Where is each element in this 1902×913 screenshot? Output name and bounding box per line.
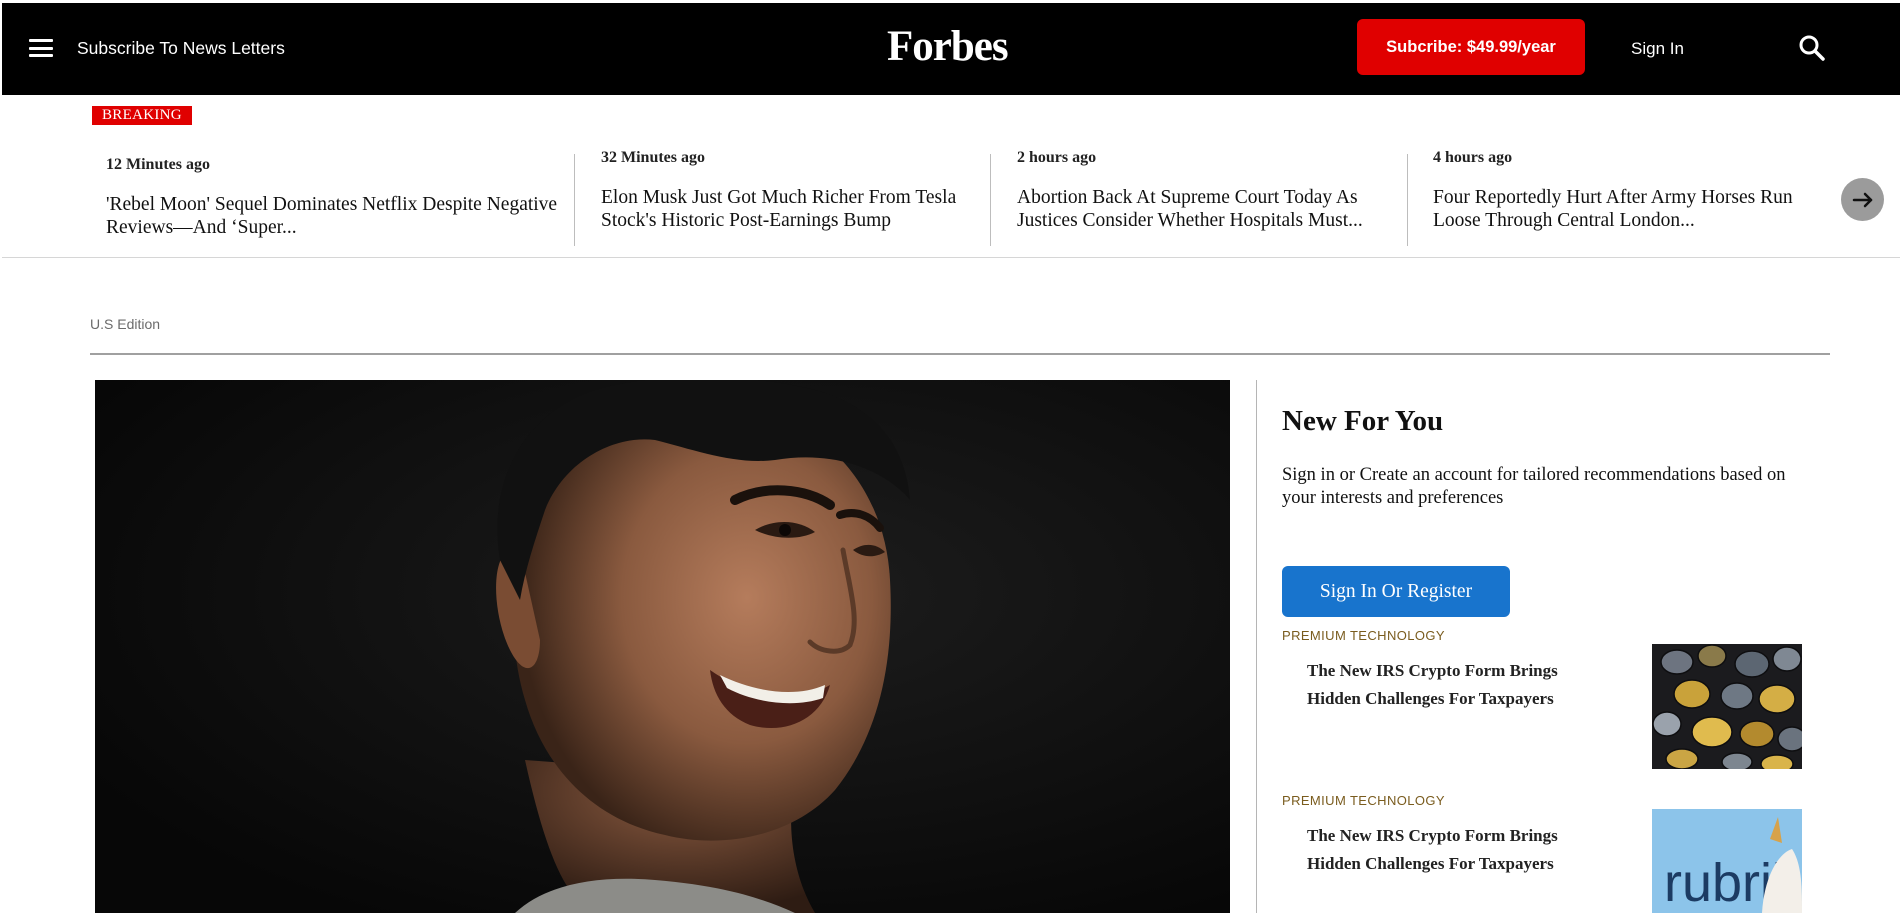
ticker-headline[interactable]: Four Reportedly Hurt After Army Horses R… xyxy=(1433,186,1828,232)
breaking-ticker: 12 Minutes ago 'Rebel Moon' Sequel Domin… xyxy=(0,140,1902,258)
top-header: Subscribe To News Letters Forbes Subcrib… xyxy=(2,3,1900,95)
breaking-badge: BREAKING xyxy=(92,106,192,125)
sign-in-link[interactable]: Sign In xyxy=(1631,39,1684,59)
rec-kicker[interactable]: PREMIUM TECHNOLOGY xyxy=(1282,793,1445,808)
forbes-logo[interactable]: Forbes xyxy=(887,22,1009,71)
description-line-1: Sign in or Create an account for tailore… xyxy=(1282,465,1786,485)
ticker-time: 4 hours ago xyxy=(1433,149,1513,166)
new-for-you-description: Sign in or Create an account for tailore… xyxy=(1282,464,1822,510)
ticker-headline[interactable]: 'Rebel Moon' Sequel Dominates Netflix De… xyxy=(106,193,571,239)
arrow-right-icon xyxy=(1852,192,1872,207)
ticker-item[interactable]: 4 hours ago Four Reportedly Hurt After A… xyxy=(1433,149,1828,255)
edition-label: U.S Edition xyxy=(90,316,161,332)
search-icon[interactable] xyxy=(1797,33,1827,63)
ticker-time: 12 Minutes ago xyxy=(106,156,210,173)
subscribe-newsletters-link[interactable]: Subscribe To News Letters xyxy=(77,38,285,59)
ticker-time: 32 Minutes ago xyxy=(601,149,705,166)
description-line-2: your interests and preferences xyxy=(1282,488,1504,508)
ticker-next-button[interactable] xyxy=(1841,178,1884,221)
rail-divider xyxy=(1256,380,1257,913)
rubrik-logo-image[interactable]: rubrik xyxy=(1652,809,1802,913)
subscribe-button[interactable]: Subcribe: $49.99/year xyxy=(1357,19,1585,75)
crypto-coins-illustration xyxy=(1652,644,1802,769)
ticker-bottom-rule xyxy=(2,257,1900,258)
hero-image[interactable] xyxy=(95,380,1230,913)
ticker-divider xyxy=(574,154,575,246)
edition-divider xyxy=(90,353,1830,355)
portrait-photo xyxy=(95,380,1230,913)
ticker-divider xyxy=(990,154,991,246)
ticker-item[interactable]: 12 Minutes ago 'Rebel Moon' Sequel Domin… xyxy=(106,156,571,262)
ticker-headline[interactable]: Abortion Back At Supreme Court Today As … xyxy=(1017,186,1412,232)
hamburger-menu-icon[interactable] xyxy=(29,39,53,57)
rec-title[interactable]: The New IRS Crypto Form Brings Hidden Ch… xyxy=(1307,822,1562,877)
rec-title[interactable]: The New IRS Crypto Form Brings Hidden Ch… xyxy=(1307,657,1562,712)
ticker-divider xyxy=(1407,154,1408,246)
ticker-time: 2 hours ago xyxy=(1017,149,1097,166)
new-for-you-title: New For You xyxy=(1282,405,1444,437)
sign-in-register-button[interactable]: Sign In Or Register xyxy=(1282,566,1510,617)
rec-kicker[interactable]: PREMIUM TECHNOLOGY xyxy=(1282,628,1445,643)
ticker-headline[interactable]: Elon Musk Just Got Much Richer From Tesl… xyxy=(601,186,996,232)
ticker-item[interactable]: 32 Minutes ago Elon Musk Just Got Much R… xyxy=(601,149,996,255)
rubrik-unicorn-illustration: rubrik xyxy=(1652,809,1802,913)
ticker-item[interactable]: 2 hours ago Abortion Back At Supreme Cou… xyxy=(1017,149,1412,255)
crypto-coins-image[interactable] xyxy=(1652,644,1802,769)
